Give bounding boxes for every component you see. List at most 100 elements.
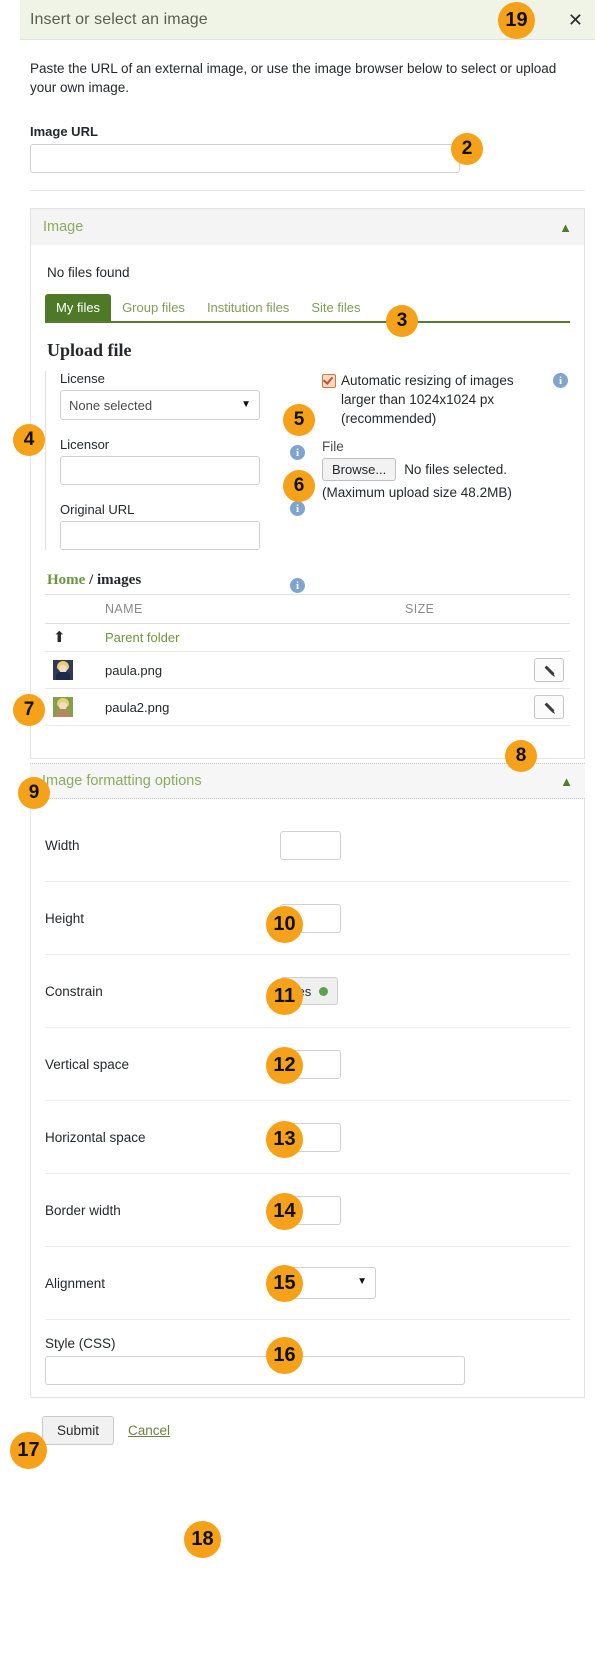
image-panel-header[interactable]: Image ▲ — [31, 209, 584, 245]
table-row-parent-folder[interactable]: ⬆ Parent folder — [45, 623, 570, 652]
chevron-up-icon[interactable]: ▲ — [560, 774, 573, 789]
info-icon-original-url[interactable]: i — [290, 578, 305, 593]
dialog-footer: Submit Cancel — [42, 1416, 585, 1445]
row-width: Width — [45, 809, 570, 882]
upload-file-heading: Upload file — [47, 340, 132, 360]
annotation-badge-15: 15 — [266, 1265, 303, 1302]
no-file-selected-text: No files selected. — [404, 462, 507, 477]
tab-group-files[interactable]: Group files — [111, 294, 196, 321]
image-url-field-group: Image URL — [30, 124, 585, 173]
resize-checkbox-label: Automatic resizing of images larger than… — [341, 373, 514, 426]
height-label: Height — [45, 910, 85, 926]
resize-option-group: Automatic resizing of images larger than… — [322, 371, 570, 428]
annotation-badge-17: 17 — [10, 1432, 47, 1469]
image-panel-body: No files found My files Group files Inst… — [31, 245, 584, 758]
style-css-label: Style (CSS) — [45, 1336, 116, 1351]
formatting-panel-title: Image formatting options — [42, 773, 202, 789]
width-label: Width — [45, 837, 80, 853]
formatting-panel-header[interactable]: Image formatting options ▲ — [30, 763, 585, 799]
license-field-group: License None selected ▼ — [60, 371, 290, 420]
breadcrumb-separator: / — [89, 572, 94, 588]
info-icon-licensor[interactable]: i — [290, 501, 305, 516]
file-name[interactable]: paula2.png — [105, 688, 405, 726]
no-files-found-text: No files found — [47, 265, 130, 280]
license-label: License — [60, 371, 105, 386]
license-select[interactable]: None selected — [60, 390, 260, 420]
file-source-tabs: My files Group files Institution files S… — [45, 294, 570, 323]
divider — [30, 190, 585, 191]
column-header-size: SIZE — [405, 594, 515, 624]
annotation-badge-3: 3 — [386, 305, 418, 337]
annotation-badge-14: 14 — [266, 1193, 303, 1230]
border-width-label: Border width — [45, 1202, 121, 1218]
column-header-name: NAME — [105, 594, 405, 624]
tab-site-files[interactable]: Site files — [300, 294, 371, 321]
annotation-badge-18: 18 — [184, 1521, 221, 1558]
licensor-input[interactable] — [60, 456, 260, 485]
width-input[interactable] — [280, 830, 341, 860]
file-upload-group: File Browse... No files selected. (Maxim… — [322, 439, 570, 500]
annotation-badge-7: 7 — [13, 694, 45, 726]
arrow-up-icon: ⬆ — [53, 629, 66, 646]
tab-my-files[interactable]: My files — [45, 294, 112, 321]
annotation-badge-5: 5 — [283, 404, 315, 436]
chevron-up-icon[interactable]: ▲ — [559, 220, 572, 235]
resize-checkbox[interactable] — [322, 374, 336, 388]
alignment-label: Alignment — [45, 1275, 106, 1291]
dialog-body: Paste the URL of an external image, or u… — [20, 40, 595, 1445]
tab-institution-files[interactable]: Institution files — [196, 294, 300, 321]
annotation-badge-10: 10 — [266, 906, 303, 943]
style-css-group: Style (CSS) — [45, 1320, 570, 1385]
upload-right-column: i i i Automatic resizing of images large… — [290, 371, 570, 593]
file-browser-table: NAME SIZE ⬆ Parent folder paula.png paul… — [45, 594, 570, 726]
annotation-badge-4: 4 — [13, 424, 45, 456]
dialog-title: Insert or select an image — [30, 10, 208, 28]
upload-form: License None selected ▼ Licensor Origina… — [45, 371, 570, 593]
image-url-input[interactable] — [30, 144, 460, 173]
info-icon-license[interactable]: i — [290, 445, 305, 460]
formatting-panel-body: Width Height Constrain Yes Vertical spac… — [30, 799, 585, 1398]
breadcrumb: Home / images — [47, 572, 570, 594]
row-alignment: Alignment -- ▼ — [45, 1247, 570, 1320]
avatar-thumbnail — [53, 660, 73, 680]
licensor-field-group: Licensor — [60, 437, 290, 485]
annotation-badge-8: 8 — [505, 740, 537, 772]
original-url-label: Original URL — [60, 502, 135, 517]
style-css-input[interactable] — [45, 1356, 465, 1385]
breadcrumb-current: images — [97, 572, 142, 588]
pencil-icon[interactable] — [534, 658, 564, 682]
file-label: File — [322, 439, 344, 454]
cancel-link[interactable]: Cancel — [128, 1423, 170, 1438]
annotation-badge-12: 12 — [266, 1047, 303, 1084]
table-header-row: NAME SIZE — [45, 594, 570, 624]
annotation-badge-16: 16 — [266, 1337, 303, 1374]
original-url-field-group: Original URL — [60, 502, 290, 550]
browse-button[interactable]: Browse... — [322, 458, 397, 481]
submit-button[interactable]: Submit — [42, 1416, 115, 1445]
original-url-input[interactable] — [60, 521, 260, 550]
table-row[interactable]: paula.png — [45, 651, 570, 689]
breadcrumb-home-link[interactable]: Home — [47, 572, 85, 588]
file-name[interactable]: paula.png — [105, 651, 405, 689]
insert-image-dialog: Insert or select an image ✕ Paste the UR… — [20, 0, 595, 1445]
upload-left-column: License None selected ▼ Licensor Origina… — [60, 371, 290, 550]
close-icon[interactable]: ✕ — [568, 11, 585, 29]
file-size — [405, 688, 515, 726]
file-size — [405, 651, 515, 689]
image-url-label: Image URL — [30, 124, 98, 139]
row-height: Height — [45, 882, 570, 955]
pencil-icon[interactable] — [534, 695, 564, 719]
max-upload-size-text: (Maximum upload size 48.2MB) — [322, 485, 512, 500]
table-row[interactable]: paula2.png — [45, 688, 570, 726]
row-horizontal-space: Horizontal space — [45, 1101, 570, 1174]
annotation-badge-19: 19 — [498, 2, 535, 39]
annotation-badge-9: 9 — [18, 777, 50, 809]
column-header-icon — [45, 594, 105, 624]
info-icon-resize[interactable]: i — [553, 373, 568, 388]
column-header-actions — [515, 594, 570, 624]
parent-folder-link[interactable]: Parent folder — [105, 630, 179, 645]
row-constrain: Constrain Yes — [45, 955, 570, 1028]
annotation-badge-11: 11 — [266, 978, 303, 1015]
image-panel-title: Image — [43, 219, 84, 235]
browse-row: Browse... No files selected. — [322, 458, 570, 481]
